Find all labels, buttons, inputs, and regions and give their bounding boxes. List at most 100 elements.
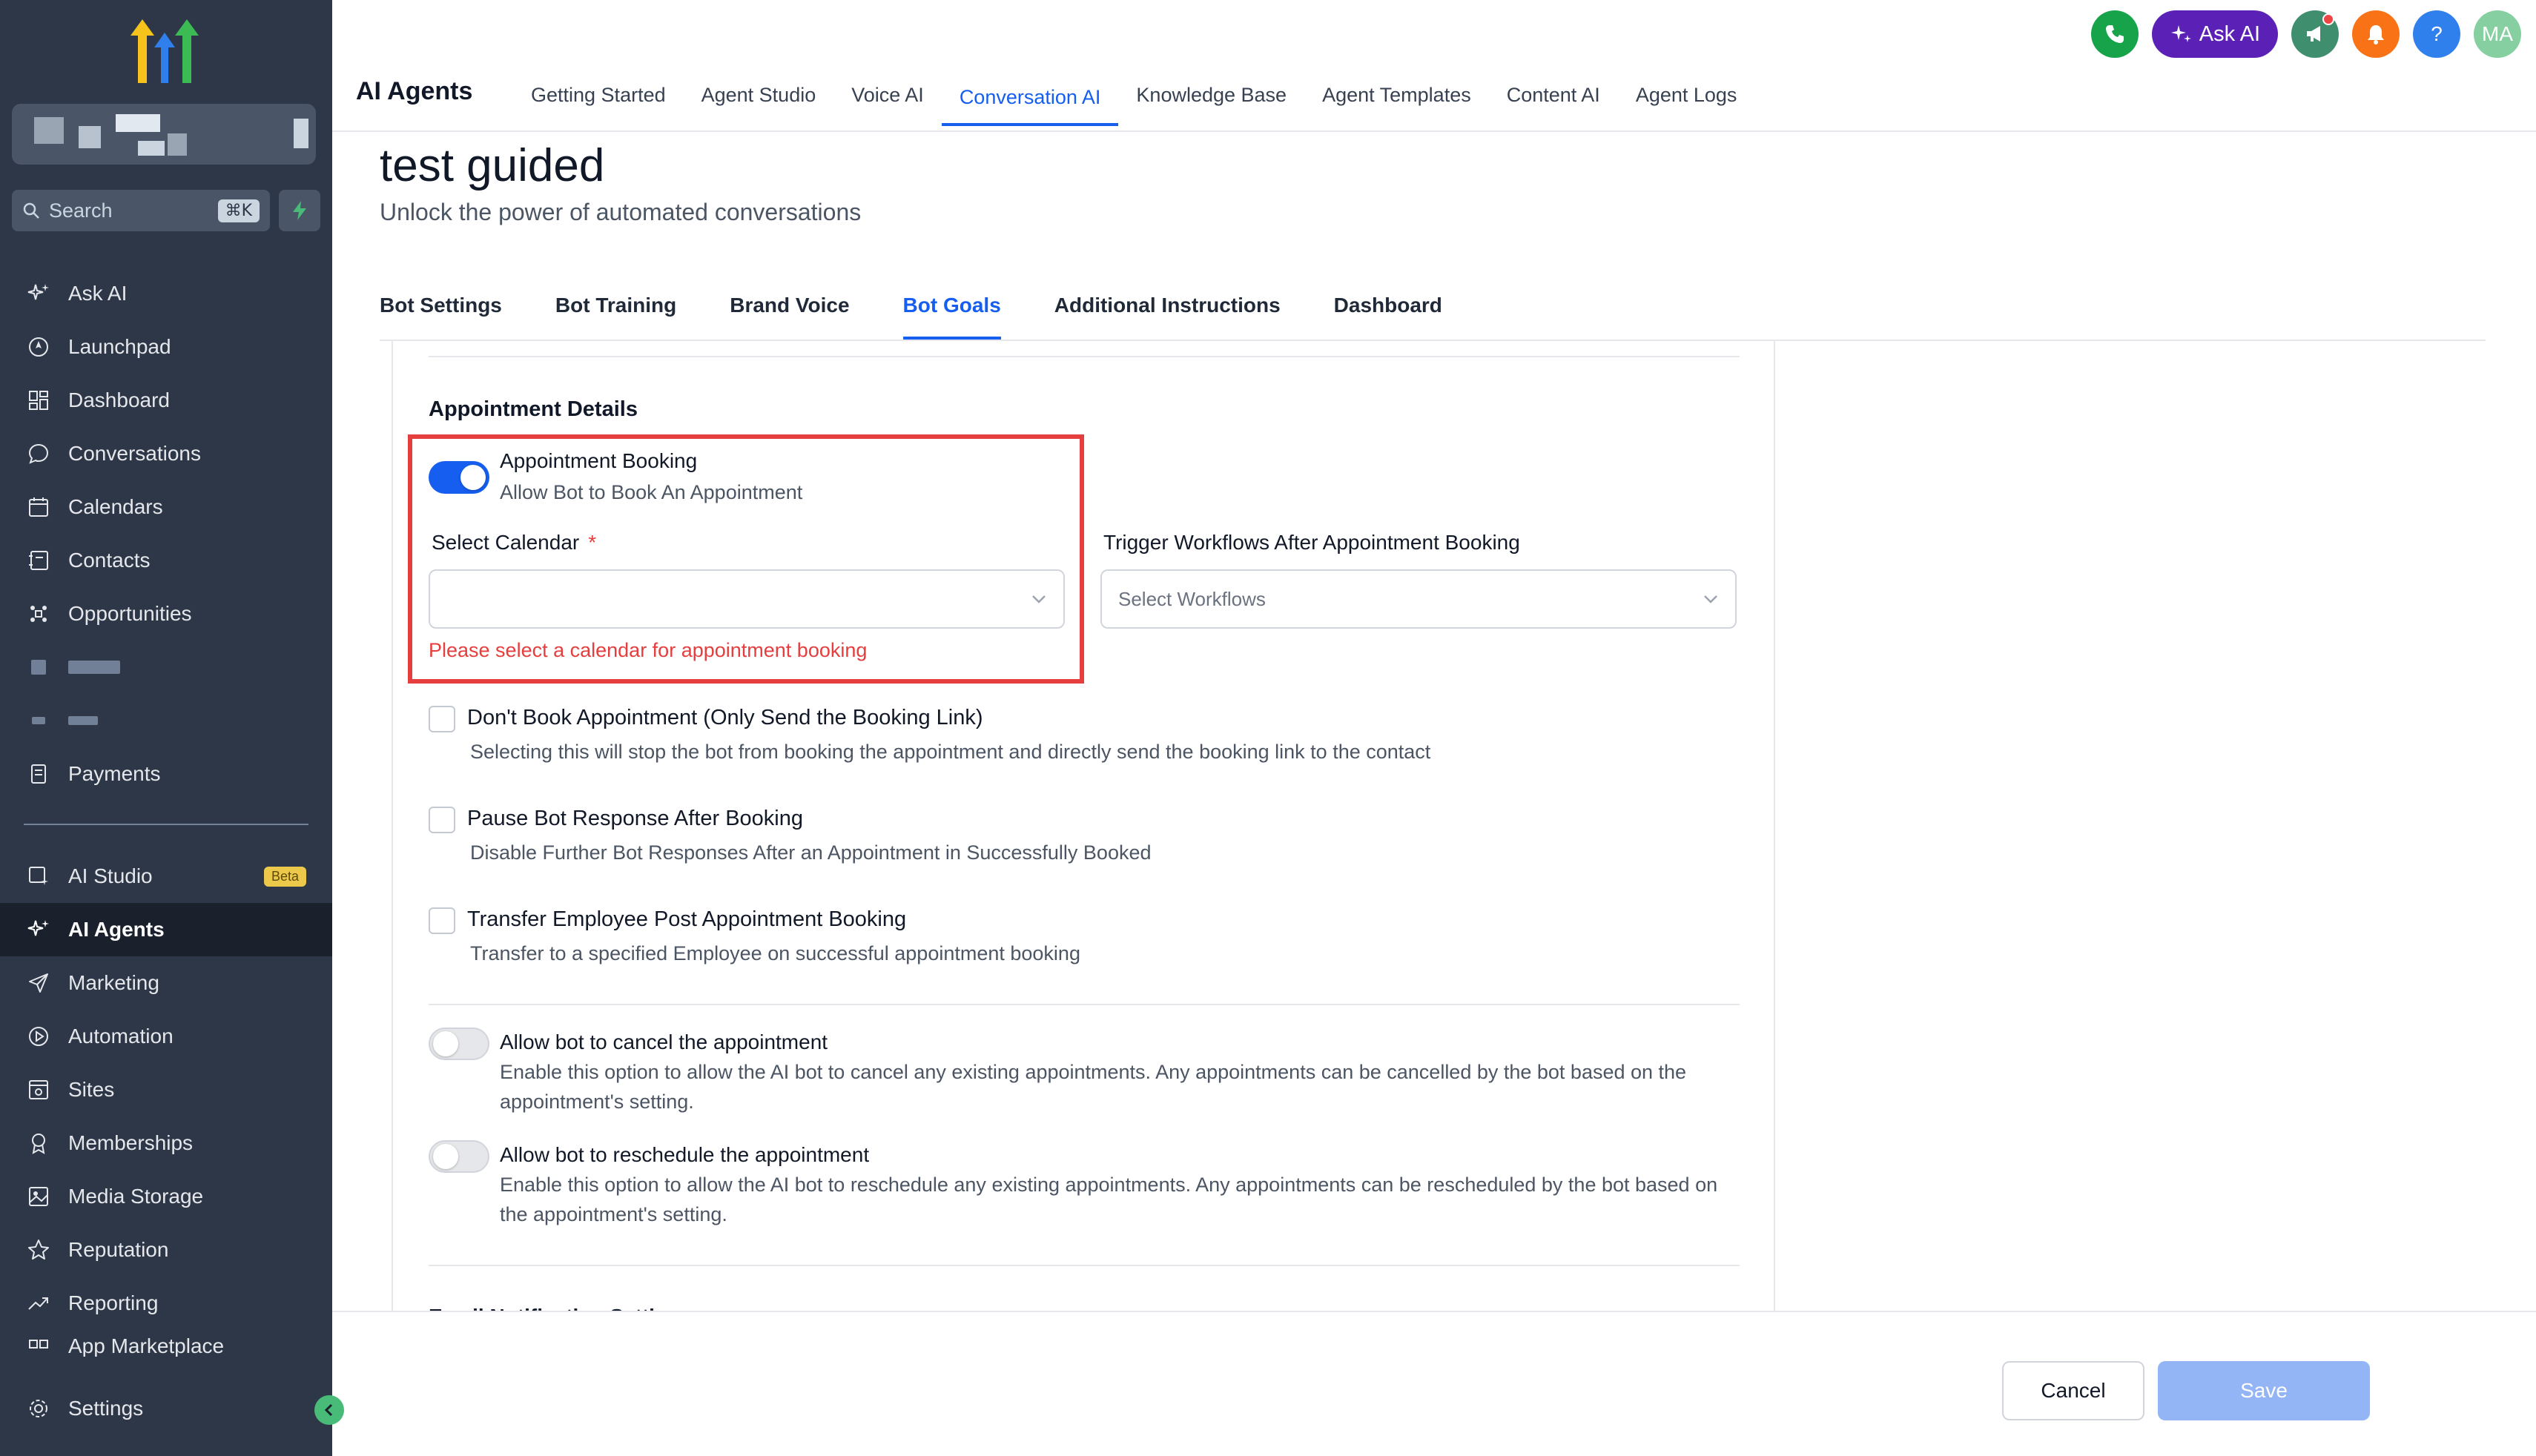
sidebar-item-label: Payments	[68, 762, 161, 785]
sidebar-item-marketing[interactable]: Marketing	[0, 956, 332, 1010]
section-divider	[429, 356, 1740, 357]
dont-book-label: Don't Book Appointment (Only Send the Bo…	[467, 706, 983, 729]
sidebar-item-conversations[interactable]: Conversations	[0, 427, 332, 480]
notification-dot	[2322, 13, 2334, 25]
sidebar-item-label: Launchpad	[68, 335, 171, 358]
help-button[interactable]: ?	[2413, 10, 2460, 58]
save-button[interactable]: Save	[2158, 1361, 2370, 1420]
sidebar-item-settings[interactable]: Settings	[0, 1382, 332, 1435]
notifications-button[interactable]	[2352, 10, 2400, 58]
search-shortcut: ⌘K	[217, 199, 260, 222]
sidebar-item-label: App Marketplace	[68, 1334, 225, 1357]
transfer-employee-checkbox[interactable]	[429, 907, 455, 934]
tab-bot-training[interactable]: Bot Training	[555, 289, 676, 340]
tab-voice-ai[interactable]: Voice AI	[833, 71, 942, 119]
sidebar-item-ask-ai[interactable]: Ask AI	[0, 267, 332, 320]
search-icon	[23, 202, 39, 219]
sidebar-item-calendars[interactable]: Calendars	[0, 480, 332, 534]
pause-bot-checkbox[interactable]	[429, 807, 455, 833]
sidebar-item-label: Sites	[68, 1078, 115, 1101]
trend-icon	[24, 1288, 53, 1318]
sidebar-item-reputation[interactable]: Reputation	[0, 1223, 332, 1277]
tab-content-ai[interactable]: Content AI	[1489, 71, 1618, 119]
toggle-knob	[460, 465, 486, 490]
section-divider	[429, 1265, 1740, 1266]
sidebar-item-payments[interactable]: Payments	[0, 747, 332, 801]
sidebar-collapse-button[interactable]	[314, 1395, 344, 1425]
sparkle-icon	[2170, 25, 2191, 42]
apps-icon	[24, 1334, 53, 1357]
sidebar-item-sites[interactable]: Sites	[0, 1063, 332, 1116]
tab-agent-templates[interactable]: Agent Templates	[1304, 71, 1489, 119]
sidebar: Search ⌘K Ask AI Launchpad Dashboard Con…	[0, 0, 332, 1456]
sidebar-item-reporting[interactable]: Reporting	[0, 1277, 332, 1330]
sidebar-item-automation[interactable]: Automation	[0, 1010, 332, 1063]
megaphone-icon	[2307, 26, 2320, 42]
announcements-button[interactable]	[2291, 10, 2339, 58]
appointment-booking-toggle[interactable]	[429, 461, 489, 494]
app-logo[interactable]	[128, 19, 202, 83]
sidebar-item-label: Media Storage	[68, 1185, 204, 1208]
sidebar-item-launchpad[interactable]: Launchpad	[0, 320, 332, 374]
bell-icon	[2368, 25, 2384, 44]
tab-additional-instructions[interactable]: Additional Instructions	[1054, 289, 1281, 340]
quick-action-button[interactable]	[279, 190, 320, 231]
transfer-employee-label: Transfer Employee Post Appointment Booki…	[467, 907, 907, 931]
sidebar-item-label: Reputation	[68, 1238, 169, 1261]
sidebar-item-dashboard[interactable]: Dashboard	[0, 374, 332, 427]
calendar-error-message: Please select a calendar for appointment…	[429, 639, 868, 661]
toggle-knob	[433, 1031, 458, 1056]
rocket-icon	[24, 332, 53, 362]
dont-book-checkbox[interactable]	[429, 706, 455, 732]
avatar[interactable]: MA	[2474, 10, 2521, 58]
sidebar-item-redacted-2[interactable]	[0, 694, 332, 747]
chat-icon	[24, 439, 53, 469]
phone-button[interactable]	[2090, 10, 2139, 58]
ask-ai-button[interactable]: Ask AI	[2151, 10, 2278, 58]
tab-conversation-ai[interactable]: Conversation AI	[941, 71, 1119, 126]
dont-book-desc: Selecting this will stop the bot from bo…	[470, 741, 1431, 763]
workflows-select[interactable]: Select Workflows	[1100, 569, 1737, 629]
avatar-initials: MA	[2482, 22, 2513, 45]
sidebar-nav-footer: Settings	[0, 1382, 332, 1435]
page-subtitle: Unlock the power of automated conversati…	[380, 199, 862, 225]
page-title: test guided	[380, 140, 605, 191]
sidebar-item-memberships[interactable]: Memberships	[0, 1116, 332, 1170]
app-title: AI Agents	[356, 77, 473, 105]
search-input[interactable]: Search ⌘K	[12, 190, 270, 231]
cancel-button[interactable]: Cancel	[2002, 1361, 2144, 1420]
tab-agent-logs[interactable]: Agent Logs	[1618, 71, 1755, 119]
reschedule-appointment-toggle[interactable]	[429, 1140, 489, 1173]
star-icon	[24, 1235, 53, 1265]
cancel-appointment-toggle[interactable]	[429, 1028, 489, 1060]
tab-dashboard[interactable]: Dashboard	[1334, 289, 1442, 340]
calendar-select[interactable]	[429, 569, 1065, 629]
header-actions: Ask AI ? MA	[2090, 10, 2521, 58]
redacted-icon	[24, 652, 53, 682]
sidebar-item-app-marketplace[interactable]: App Marketplace	[0, 1330, 332, 1357]
sidebar-item-opportunities[interactable]: Opportunities	[0, 587, 332, 641]
sidebar-item-label: Automation	[68, 1025, 174, 1048]
required-marker: *	[588, 531, 597, 554]
sidebar-item-redacted-1[interactable]	[0, 641, 332, 694]
tab-getting-started[interactable]: Getting Started	[513, 71, 684, 119]
beta-badge: Beta	[264, 866, 307, 887]
sidebar-item-ai-agents[interactable]: AI Agents	[0, 903, 332, 956]
redacted-label	[68, 661, 120, 674]
sidebar-item-label: Memberships	[68, 1131, 194, 1154]
select-calendar-label: Select Calendar *	[432, 531, 596, 555]
sidebar-item-contacts[interactable]: Contacts	[0, 534, 332, 587]
account-switcher[interactable]	[12, 104, 316, 165]
tab-brand-voice[interactable]: Brand Voice	[730, 289, 849, 340]
sidebar-item-ai-studio[interactable]: AI Studio Beta	[0, 850, 332, 903]
redacted-label	[68, 716, 98, 725]
tab-knowledge-base[interactable]: Knowledge Base	[1118, 71, 1304, 119]
tab-bot-settings[interactable]: Bot Settings	[380, 289, 502, 340]
payments-icon	[24, 759, 53, 789]
tab-bot-goals[interactable]: Bot Goals	[902, 289, 1001, 340]
award-icon	[24, 1128, 53, 1158]
tab-agent-studio[interactable]: Agent Studio	[684, 71, 834, 119]
appointment-booking-desc: Allow Bot to Book An Appointment	[500, 481, 803, 503]
sidebar-item-media-storage[interactable]: Media Storage	[0, 1170, 332, 1223]
sidebar-divider	[24, 824, 308, 825]
